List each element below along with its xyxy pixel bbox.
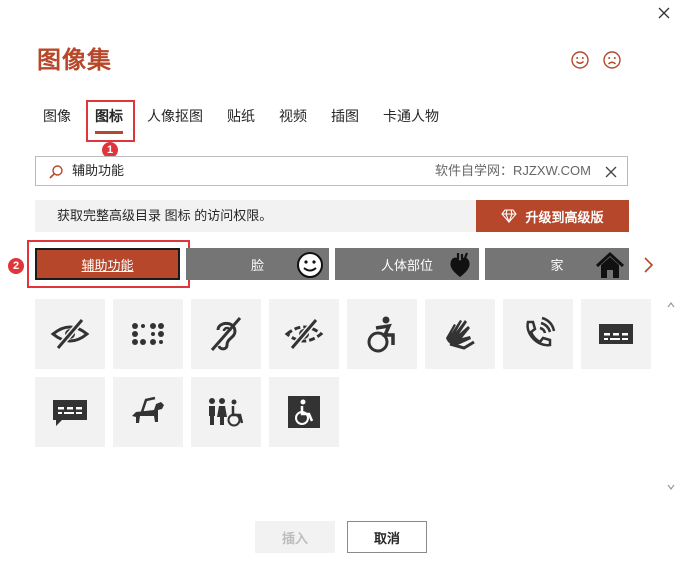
icon-tile-wheelchair-active[interactable] <box>347 299 417 369</box>
smile-feedback-icon[interactable] <box>570 50 590 70</box>
cancel-button[interactable]: 取消 <box>347 521 427 553</box>
clear-search-icon[interactable] <box>604 165 618 179</box>
category-label: 家 <box>550 257 564 273</box>
icon-tile-closed-caption[interactable] <box>581 299 651 369</box>
icon-tile-deaf[interactable] <box>191 299 261 369</box>
volume-phone-icon <box>526 316 556 347</box>
category-label: 辅助功能 <box>81 257 134 273</box>
search-box[interactable]: 辅助功能 软件自学网：RJZXW.COM <box>35 156 628 186</box>
category-label: 人体部位 <box>380 257 433 273</box>
insert-button[interactable]: 插入 <box>255 521 335 553</box>
icon-tile-volume-phone[interactable] <box>503 299 573 369</box>
guide-dog-icon <box>132 396 164 423</box>
eye-slash-icon <box>50 318 90 350</box>
category-body-parts[interactable]: 人体部位 <box>335 248 479 280</box>
upgrade-label: 升级到高级版 <box>525 209 604 225</box>
closed-caption-icon <box>599 324 633 344</box>
close-icon[interactable] <box>655 4 673 22</box>
icon-tile-wheelchair-sign[interactable] <box>269 377 339 447</box>
sign-language-icon <box>446 320 475 350</box>
wheelchair-active-icon <box>367 316 395 353</box>
low-vision-icon <box>284 318 324 350</box>
smiley-icon <box>297 252 323 278</box>
icon-tile-guide-dog[interactable] <box>113 377 183 447</box>
search-input[interactable]: 辅助功能 <box>72 157 124 185</box>
annotation-box-tab <box>86 100 135 142</box>
frown-feedback-icon[interactable] <box>602 50 622 70</box>
watermark-text: 软件自学网：RJZXW.COM <box>435 163 591 178</box>
premium-banner-text: 获取完整高级目录 图标 的访问权限。 <box>57 208 273 223</box>
category-face[interactable]: 脸 <box>186 248 329 280</box>
category-home[interactable]: 家 <box>485 248 629 280</box>
house-icon <box>595 251 625 278</box>
annotation-badge-2: 2 <box>8 258 24 274</box>
category-strip: 辅助功能 脸 人体部位 家 <box>35 248 635 280</box>
icon-tile-braille[interactable] <box>113 299 183 369</box>
category-label: 脸 <box>250 257 264 273</box>
search-icon <box>49 165 63 179</box>
tty-chat-icon <box>53 400 87 426</box>
icon-tile-tty-chat[interactable] <box>35 377 105 447</box>
heart-organ-icon <box>450 252 470 277</box>
dialog-title: 图像集 <box>37 47 112 74</box>
diamond-icon <box>501 209 518 223</box>
tab-illustrations[interactable]: 插图 <box>331 106 359 134</box>
tab-cutout-people[interactable]: 人像抠图 <box>147 106 203 134</box>
icon-tile-sign-language[interactable] <box>425 299 495 369</box>
tab-stickers[interactable]: 贴纸 <box>227 106 255 134</box>
icon-tile-eye-slash[interactable] <box>35 299 105 369</box>
braille-icon <box>132 323 164 345</box>
accessible-restroom-icon <box>209 398 244 427</box>
tab-images[interactable]: 图像 <box>43 106 71 134</box>
icon-tile-accessible-restroom[interactable] <box>191 377 261 447</box>
tab-cartoon-people[interactable]: 卡通人物 <box>383 106 439 134</box>
category-accessibility[interactable]: 辅助功能 <box>35 248 180 280</box>
icon-tile-low-vision[interactable] <box>269 299 339 369</box>
chevron-right-icon[interactable] <box>641 256 655 274</box>
upgrade-button[interactable]: 升级到高级版 <box>476 200 629 232</box>
scrollbar[interactable] <box>664 299 678 499</box>
tab-videos[interactable]: 视频 <box>279 106 307 134</box>
wheelchair-sign-icon <box>288 396 320 428</box>
deaf-ear-icon <box>210 317 242 351</box>
